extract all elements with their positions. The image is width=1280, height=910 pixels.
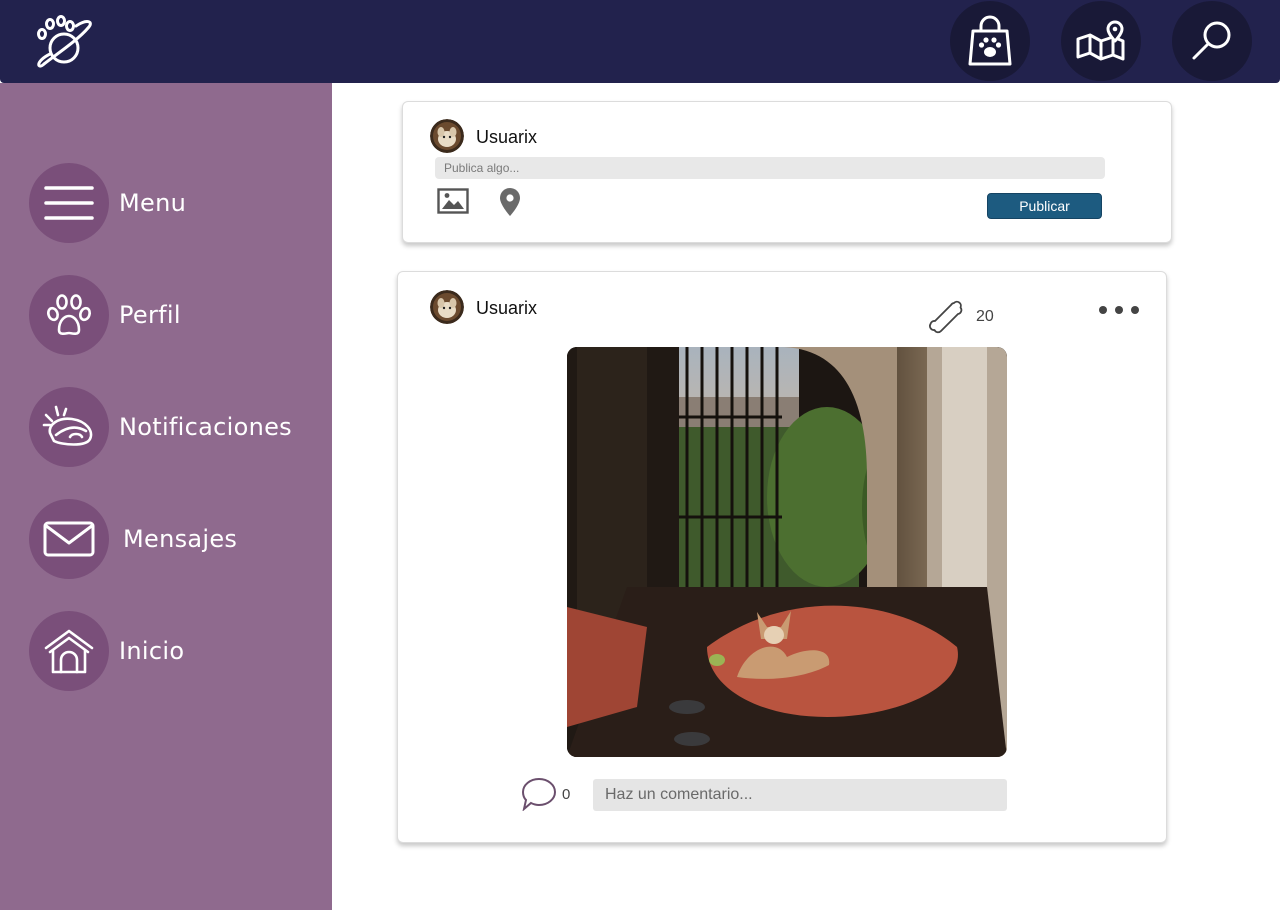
bone-icon[interactable] <box>927 299 965 337</box>
post-image[interactable] <box>567 347 1007 757</box>
sidebar: Menu Perfil Notificaciones Mensajes Inic… <box>0 83 332 910</box>
planet-paw-icon[interactable] <box>30 10 94 74</box>
sidebar-item-inicio[interactable]: Inicio <box>29 611 184 691</box>
post-card: Usuarix 20 0 Haz un comentario... <box>397 271 1167 843</box>
sidebar-item-menu[interactable]: Menu <box>29 163 186 243</box>
map-pin-icon <box>1076 20 1125 61</box>
more-dots-icon[interactable] <box>1098 302 1142 314</box>
image-icon[interactable] <box>437 188 469 214</box>
sidebar-item-label: Notificaciones <box>119 413 292 441</box>
sidebar-item-label: Inicio <box>119 637 185 665</box>
shop-button[interactable] <box>950 1 1030 81</box>
sidebar-item-perfil[interactable]: Perfil <box>29 275 181 355</box>
likes-count: 20 <box>976 308 994 325</box>
publish-input[interactable] <box>435 157 1105 179</box>
avatar[interactable] <box>430 290 464 324</box>
envelope-icon <box>29 499 109 579</box>
top-bar <box>0 0 1280 83</box>
search-icon <box>1192 21 1231 60</box>
map-button[interactable] <box>1061 1 1141 81</box>
paw-icon <box>29 275 109 355</box>
sidebar-item-mensajes[interactable]: Mensajes <box>29 499 237 579</box>
location-pin-icon[interactable] <box>499 187 521 217</box>
food-bowl-icon <box>29 387 109 467</box>
sidebar-item-label: Menu <box>119 189 187 217</box>
doghouse-icon <box>29 611 109 691</box>
speech-bubble-icon[interactable] <box>521 777 557 812</box>
sidebar-item-label: Mensajes <box>123 525 238 553</box>
sidebar-item-label: Perfil <box>119 301 181 329</box>
avatar[interactable] <box>430 119 464 153</box>
composer-card: Usuarix Publicar <box>402 101 1172 243</box>
shopping-bag-paw-icon <box>968 15 1012 66</box>
hamburger-menu-icon <box>29 163 109 243</box>
sidebar-item-notificaciones[interactable]: Notificaciones <box>29 387 292 467</box>
username[interactable]: Usuarix <box>476 127 537 148</box>
comment-input[interactable] <box>593 779 1007 811</box>
comments-count: 0 <box>562 786 571 803</box>
search-button[interactable] <box>1172 1 1252 81</box>
username[interactable]: Usuarix <box>476 298 537 319</box>
publish-button[interactable]: Publicar <box>987 193 1102 219</box>
